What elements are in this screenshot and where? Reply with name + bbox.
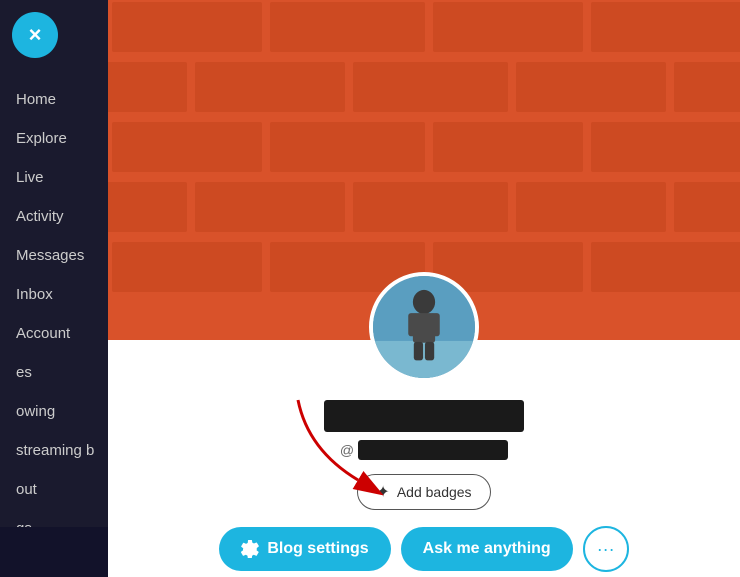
badge-icon: ✦ [376, 482, 389, 502]
settings-icon [241, 540, 259, 558]
brick [112, 242, 262, 292]
profile-section: @ ✦ Add badges Blog settings Ask me anyt… [108, 340, 740, 577]
sidebar-item-explore[interactable]: Explore [0, 119, 108, 158]
brick [270, 2, 425, 52]
brick [674, 182, 740, 232]
brick [591, 242, 740, 292]
profile-username-row: @ [340, 440, 508, 460]
sidebar-item-messages[interactable]: Messages [0, 236, 108, 275]
sidebar-item-live[interactable]: Live [0, 158, 108, 197]
sidebar-item-home[interactable]: Home [0, 80, 108, 119]
profile-username [358, 440, 508, 460]
avatar-image [373, 272, 475, 382]
ask-me-anything-button[interactable]: Ask me anything [401, 527, 573, 571]
brick [108, 182, 187, 232]
brick [674, 62, 740, 112]
more-dots-icon: ··· [597, 539, 615, 560]
sidebar: × Home Explore Live Activity Messages In… [0, 0, 108, 577]
profile-name [324, 400, 524, 432]
sidebar-item-owing[interactable]: owing [0, 392, 108, 431]
at-symbol: @ [340, 442, 354, 458]
sidebar-item-inbox[interactable]: Inbox [0, 275, 108, 314]
close-button[interactable]: × [12, 12, 58, 58]
brick [591, 2, 740, 52]
brick [433, 122, 583, 172]
brick [433, 2, 583, 52]
sidebar-nav: Home Explore Live Activity Messages Inbo… [0, 72, 108, 556]
brick [195, 182, 345, 232]
brick [108, 62, 187, 112]
blog-settings-label: Blog settings [267, 540, 368, 558]
action-buttons: Blog settings Ask me anything ··· [219, 526, 628, 572]
brick-row-3 [108, 120, 740, 176]
brick [591, 122, 740, 172]
add-badges-label: Add badges [397, 484, 472, 500]
sidebar-item-account[interactable]: Account [0, 314, 108, 353]
brick [270, 122, 425, 172]
sidebar-item-activity[interactable]: Activity [0, 197, 108, 236]
add-badges-button[interactable]: ✦ Add badges [357, 474, 490, 510]
brick [516, 182, 666, 232]
sidebar-item-out[interactable]: out [0, 470, 108, 509]
brick [112, 122, 262, 172]
sidebar-item-es[interactable]: es [0, 353, 108, 392]
more-options-button[interactable]: ··· [583, 526, 629, 572]
avatar-wrapper [369, 272, 479, 382]
ask-me-anything-label: Ask me anything [423, 540, 551, 557]
sidebar-bottom [0, 527, 108, 577]
brick [353, 182, 508, 232]
brick [112, 2, 262, 52]
brick-row-4 [108, 180, 740, 236]
close-icon: × [29, 24, 42, 46]
brick [353, 62, 508, 112]
blog-settings-button[interactable]: Blog settings [219, 527, 390, 571]
sidebar-item-streaming[interactable]: streaming b [0, 431, 108, 470]
brick [516, 62, 666, 112]
main-content: @ ✦ Add badges Blog settings Ask me anyt… [108, 0, 740, 577]
brick-row-2 [108, 60, 740, 116]
brick-row-1 [108, 0, 740, 56]
avatar [369, 272, 479, 382]
brick [195, 62, 345, 112]
